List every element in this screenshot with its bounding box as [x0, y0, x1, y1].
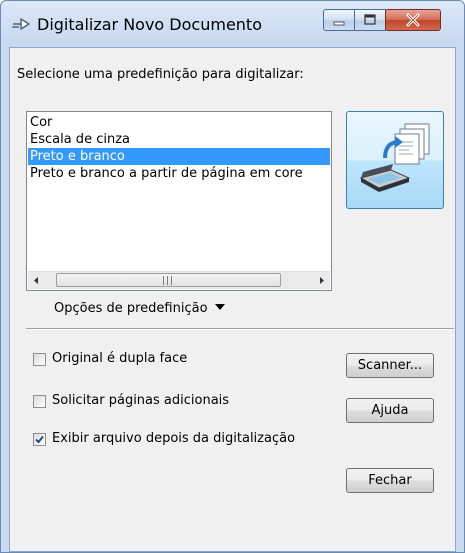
scrollbar-thumb[interactable]: |||: [56, 273, 281, 287]
separator: [26, 328, 454, 330]
list-item[interactable]: Cor: [28, 114, 330, 131]
dialog-window: Digitalizar Novo Documento Selecione uma…: [0, 0, 465, 553]
close-window-button[interactable]: [385, 9, 441, 31]
scan-button[interactable]: [346, 111, 444, 209]
duplex-checkbox[interactable]: [33, 353, 46, 366]
preset-listbox[interactable]: Cor Escala de cinza Preto e branco Preto…: [26, 111, 332, 291]
preset-options-label: Opções de predefinição: [54, 301, 208, 316]
dialog-body: Selecione uma predefinição para digitali…: [9, 47, 456, 552]
title-bar[interactable]: Digitalizar Novo Documento: [1, 1, 464, 47]
list-item[interactable]: Preto e branco a partir de página em cor…: [28, 165, 330, 182]
list-item[interactable]: Escala de cinza: [28, 131, 330, 148]
help-button[interactable]: Ajuda: [346, 398, 434, 423]
preset-prompt: Selecione uma predefinição para digitali…: [17, 67, 304, 82]
close-button[interactable]: Fechar: [346, 468, 434, 493]
scanner-button[interactable]: Scanner...: [346, 353, 434, 378]
maximize-button[interactable]: [354, 9, 386, 31]
scroll-left-icon[interactable]: [28, 272, 45, 289]
close-icon: [406, 13, 420, 27]
show-file-label: Exibir arquivo depois da digitalização: [52, 431, 296, 446]
triangle-down-icon: [214, 304, 225, 310]
duplex-label: Original é dupla face: [52, 351, 188, 366]
request-pages-checkbox[interactable]: [33, 395, 46, 408]
minimize-button[interactable]: [323, 9, 355, 31]
request-pages-label: Solicitar páginas adicionais: [52, 393, 230, 408]
window-title: Digitalizar Novo Documento: [37, 15, 262, 34]
maximize-icon: [364, 14, 376, 25]
scanner-documents-icon: [359, 123, 430, 192]
horizontal-scrollbar[interactable]: |||: [28, 271, 330, 289]
grip-icon: |||: [162, 276, 175, 286]
show-file-checkbox[interactable]: [33, 433, 46, 446]
scan-arrow-icon: [12, 18, 30, 30]
checkmark-icon: [35, 435, 44, 444]
preset-options-link[interactable]: Opções de predefinição: [54, 301, 226, 316]
scroll-right-icon[interactable]: [313, 272, 330, 289]
list-item-selected[interactable]: Preto e branco: [28, 148, 330, 165]
minimize-icon: [333, 21, 345, 26]
